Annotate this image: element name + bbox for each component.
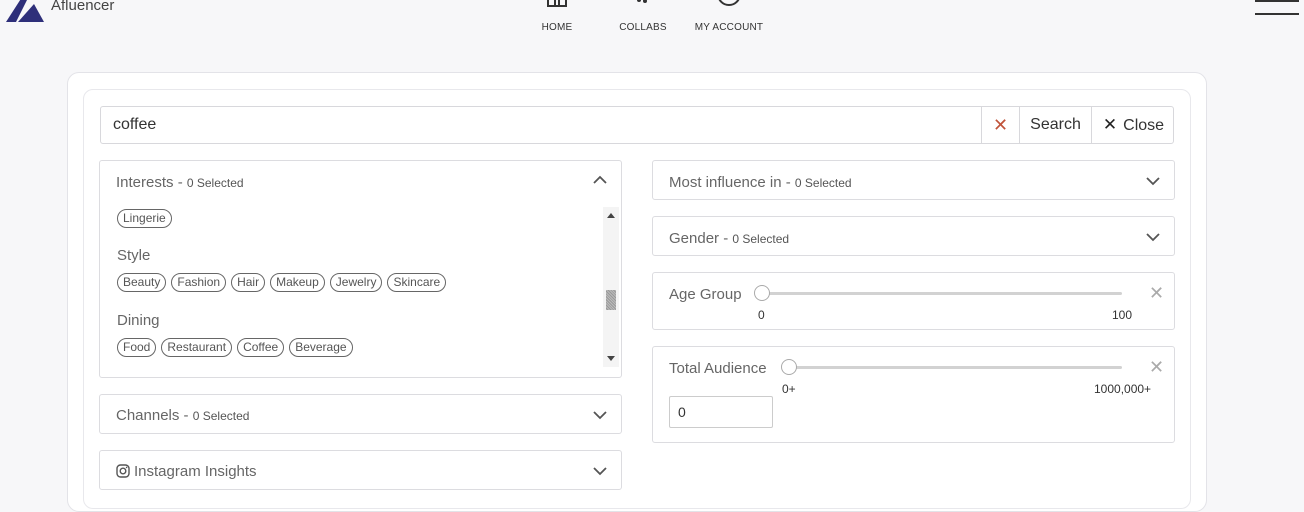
close-button-label: Close: [1123, 117, 1165, 134]
tag-jewelry[interactable]: Jewelry: [329, 273, 383, 292]
tag-hair[interactable]: Hair: [231, 273, 266, 292]
nav-home-label: HOME: [541, 22, 573, 33]
most-influence-panel[interactable]: Most influence in - 0 Selected: [652, 160, 1175, 200]
audience-reset-close-icon[interactable]: ✕: [1149, 357, 1164, 378]
nav-my-account[interactable]: MY ACCOUNT: [689, 0, 769, 40]
close-button[interactable]: ✕ Close: [1091, 107, 1175, 143]
group-title-style: Style: [117, 247, 151, 264]
instagram-icon: [116, 464, 130, 478]
close-icon: ✕: [1102, 115, 1118, 134]
tag-skincare[interactable]: Skincare: [387, 273, 447, 292]
search-bar: ✕ Search ✕ Close: [100, 106, 1174, 144]
age-min-label: 0: [758, 308, 765, 322]
search-button[interactable]: Search: [1019, 107, 1091, 143]
audience-slider-track[interactable]: [788, 366, 1122, 369]
home-icon: [547, 0, 567, 7]
chevron-down-icon[interactable]: [1146, 232, 1160, 242]
audience-max-label: 1000,000+: [1094, 382, 1152, 396]
afluencer-logo[interactable]: [4, 0, 44, 22]
tag-group-style: Beauty Fashion Hair Makeup Jewelry Skinc…: [117, 273, 447, 292]
scroll-down-arrow-icon[interactable]: [607, 356, 615, 361]
tag-beverage[interactable]: Beverage: [289, 338, 353, 357]
total-audience-panel: Total Audience 0+ 1000,000+ ✕: [652, 346, 1175, 443]
chevron-down-icon[interactable]: [593, 466, 607, 476]
tag-beauty[interactable]: Beauty: [117, 273, 167, 292]
nav-home[interactable]: HOME: [517, 0, 597, 40]
interests-panel: Interests - 0 Selected Lingerie Style Be…: [99, 160, 622, 378]
nav-collabs-label: COLLABS: [619, 22, 667, 33]
tag-restaurant[interactable]: Restaurant: [161, 338, 233, 357]
search-input[interactable]: [101, 107, 981, 143]
interests-selected-count: 0 Selected: [186, 176, 244, 190]
channels-selected-count: 0 Selected: [192, 409, 250, 423]
age-slider-track[interactable]: [762, 292, 1122, 295]
chevron-down-icon[interactable]: [593, 410, 607, 420]
clear-search-button[interactable]: ✕: [981, 107, 1019, 143]
chevron-down-icon[interactable]: [1146, 176, 1160, 186]
interests-list: Lingerie Style Beauty Fashion Hair Makeu…: [101, 207, 605, 367]
age-slider-handle[interactable]: [754, 285, 770, 301]
user-icon: [718, 0, 740, 6]
instagram-insights-panel[interactable]: Instagram Insights: [99, 450, 622, 490]
most-influence-header: Most influence in - 0 Selected: [669, 174, 852, 191]
brand-name[interactable]: Afluencer: [51, 0, 114, 14]
gender-header: Gender - 0 Selected: [669, 230, 789, 247]
gender-selected-count: 0 Selected: [732, 232, 790, 246]
group-title-dining: Dining: [117, 312, 160, 329]
tag-fashion[interactable]: Fashion: [171, 273, 227, 292]
channels-title: Channels -: [116, 407, 193, 424]
top-navbar: Afluencer HOME COLLABS MY ACCOUNT: [0, 0, 1304, 50]
age-group-title: Age Group: [669, 286, 742, 303]
total-audience-input[interactable]: [669, 396, 773, 428]
tag-makeup[interactable]: Makeup: [270, 273, 325, 292]
most-influence-selected-count: 0 Selected: [794, 176, 852, 190]
audience-slider-handle[interactable]: [781, 359, 797, 375]
hamburger-menu-icon[interactable]: [1255, 0, 1301, 18]
tag-food[interactable]: Food: [117, 338, 157, 357]
nav-my-account-label: MY ACCOUNT: [694, 22, 764, 33]
chevron-up-icon[interactable]: [593, 175, 607, 185]
tag-group-top: Lingerie: [117, 209, 172, 228]
instagram-insights-title: Instagram Insights: [134, 463, 257, 480]
audience-min-label: 0+: [782, 382, 796, 396]
age-group-panel: Age Group 0 100 ✕: [652, 272, 1175, 330]
age-max-label: 100: [1112, 308, 1133, 322]
handshake-icon: [637, 0, 647, 3]
interests-header[interactable]: Interests - 0 Selected: [116, 174, 244, 191]
interests-title: Interests -: [116, 174, 187, 191]
scrollbar-thumb[interactable]: [606, 290, 616, 310]
tag-lingerie[interactable]: Lingerie: [117, 209, 172, 228]
gender-panel[interactable]: Gender - 0 Selected: [652, 216, 1175, 256]
channels-header: Channels - 0 Selected: [116, 407, 249, 424]
age-reset-close-icon[interactable]: ✕: [1149, 283, 1164, 304]
tag-group-dining: Food Restaurant Coffee Beverage: [117, 338, 353, 357]
scroll-up-arrow-icon[interactable]: [607, 213, 615, 218]
gender-title: Gender -: [669, 230, 733, 247]
most-influence-title: Most influence in -: [669, 174, 795, 191]
tag-coffee[interactable]: Coffee: [237, 338, 285, 357]
interests-scrollbar[interactable]: [603, 207, 619, 367]
channels-panel[interactable]: Channels - 0 Selected: [99, 394, 622, 434]
nav-collabs[interactable]: COLLABS: [603, 0, 683, 40]
total-audience-title: Total Audience: [669, 360, 767, 377]
